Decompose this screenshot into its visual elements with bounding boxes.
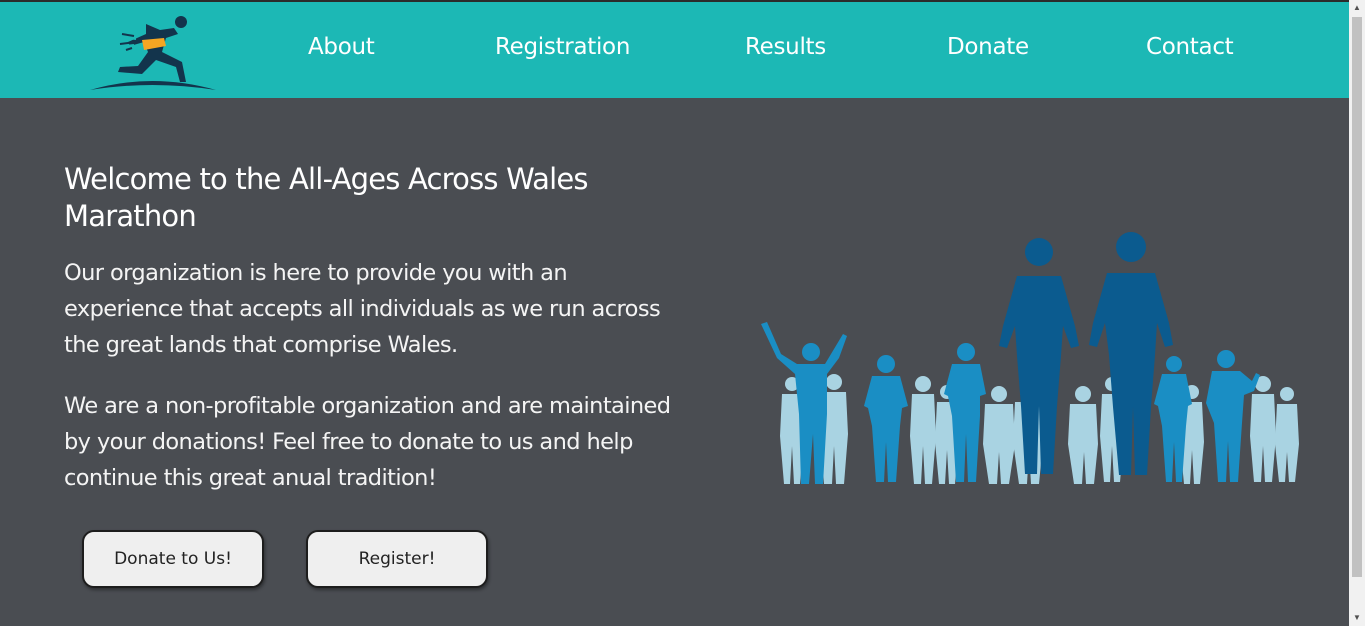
page-title: Welcome to the All-Ages Across Wales Mar… [64, 162, 589, 233]
nav-results[interactable]: Results [745, 34, 826, 60]
scroll-down-arrow-icon[interactable]: ▼ [1349, 610, 1365, 626]
nav-donate[interactable]: Donate [947, 34, 1029, 60]
sprinter-logo-icon[interactable] [86, 12, 220, 94]
donate-button[interactable]: Donate to Us! [82, 530, 264, 588]
donation-paragraph: We are a non-profitable organization and… [64, 393, 671, 491]
nav-about[interactable]: About [308, 34, 375, 60]
marathon-runners-illustration [761, 232, 1299, 484]
hero-section: Welcome to the All-Ages Across Wales Mar… [0, 98, 1349, 626]
nav-registration[interactable]: Registration [495, 34, 630, 60]
navbar: About Registration Results Donate Contac… [0, 2, 1349, 98]
page-scrollbar[interactable]: ▲ ▼ [1349, 0, 1365, 626]
scrollbar-thumb[interactable] [1352, 17, 1362, 577]
nav-contact[interactable]: Contact [1146, 34, 1234, 60]
scroll-up-arrow-icon[interactable]: ▲ [1349, 0, 1365, 16]
register-button[interactable]: Register! [306, 530, 488, 588]
intro-paragraph: Our organization is here to provide you … [64, 260, 661, 358]
